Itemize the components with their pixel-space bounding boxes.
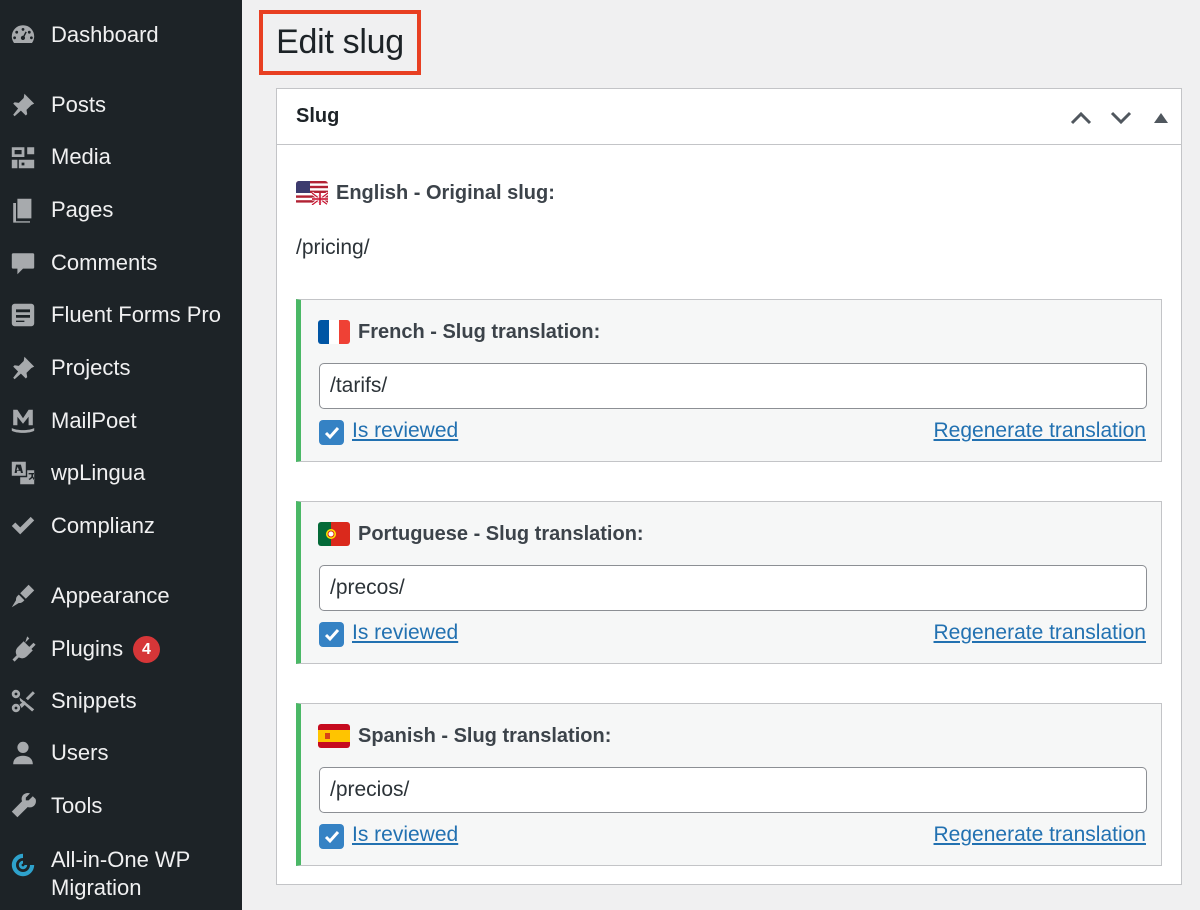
sidebar-item-tools[interactable]: Tools (0, 784, 242, 828)
fr-flag-icon (318, 320, 350, 344)
slug-translation-input[interactable] (319, 767, 1147, 813)
update-count-badge: 4 (133, 636, 160, 663)
sidebar-item-media[interactable]: Media (0, 135, 242, 179)
toggle-panel-button[interactable] (1146, 103, 1176, 133)
sidebar-item-label: Posts (51, 92, 107, 117)
sidebar-item-label: Tools (51, 793, 103, 818)
comment-icon (8, 248, 38, 278)
sidebar-item-label: Users (51, 740, 109, 765)
original-slug-value: /pricing/ (296, 236, 370, 259)
is-reviewed-label[interactable]: Is reviewed (352, 419, 458, 443)
sidebar-item-label: Appearance (51, 583, 170, 608)
move-down-button[interactable] (1106, 103, 1136, 133)
original-language-label: English - Original slug: (336, 181, 555, 204)
sidebar-item-posts[interactable]: Posts (0, 83, 242, 127)
user-icon (8, 738, 38, 768)
chevron-up-icon (1070, 111, 1092, 125)
translation-language-label: Spanish - Slug translation: (358, 724, 612, 747)
checkmark-icon (324, 426, 339, 439)
mailpoet-icon (8, 406, 38, 436)
sidebar-item-label: Comments (51, 250, 158, 275)
triangle-up-icon (1154, 113, 1168, 123)
slug-translation-input[interactable] (319, 565, 1147, 611)
scissors-icon (8, 686, 38, 716)
admin-sidebar: Dashboard Posts Media Pages Comments Flu… (0, 0, 242, 910)
translation-header: Portuguese - Slug translation: (318, 522, 644, 546)
translation-header: French - Slug translation: (318, 320, 600, 344)
page-title: Edit slug (276, 23, 404, 61)
sidebar-item-label: Pages (51, 197, 114, 222)
pin-icon (8, 90, 38, 120)
sidebar-item-label: wpLingua (51, 460, 146, 485)
translation-language-label: French - Slug translation: (358, 320, 601, 343)
check-icon (8, 511, 38, 541)
is-reviewed-checkbox[interactable] (319, 622, 344, 647)
checkmark-icon (324, 830, 339, 843)
sidebar-item-projects[interactable]: Projects (0, 346, 242, 390)
brush-icon (8, 581, 38, 611)
migration-icon (8, 850, 38, 880)
translation-language-label: Portuguese - Slug translation: (358, 522, 644, 545)
translate-icon (8, 458, 38, 488)
page-title-highlight: Edit slug (259, 10, 421, 75)
regenerate-translation-link[interactable]: Regenerate translation (934, 621, 1146, 645)
sidebar-item-snippets[interactable]: Snippets (0, 679, 242, 723)
is-reviewed-checkbox[interactable] (319, 420, 344, 445)
translation-block-french: French - Slug translation: Is reviewed R… (296, 299, 1162, 462)
sidebar-item-fluent-forms[interactable]: Fluent Forms Pro (0, 293, 242, 337)
sidebar-item-label: Complianz (51, 513, 155, 538)
sidebar-item-label: Projects (51, 355, 131, 380)
sidebar-item-mailpoet[interactable]: MailPoet (0, 399, 242, 443)
dashboard-icon (8, 20, 38, 50)
us-uk-flag-icon (296, 181, 328, 205)
sidebar-item-label: Snippets (51, 688, 137, 713)
regenerate-translation-link[interactable]: Regenerate translation (934, 823, 1146, 847)
slug-postbox: Slug English - Original slug: /pricing/ … (276, 88, 1182, 885)
wrench-icon (8, 791, 38, 821)
sidebar-item-label: Media (51, 144, 111, 169)
translation-block-spanish: Spanish - Slug translation: Is reviewed … (296, 703, 1162, 866)
original-slug-header: English - Original slug: (296, 181, 555, 205)
checkmark-icon (324, 628, 339, 641)
sidebar-item-all-in-one-wp-migration[interactable]: All-in-One WP Migration (0, 844, 242, 908)
translation-block-portuguese: Portuguese - Slug translation: Is review… (296, 501, 1162, 664)
sidebar-item-label: Plugins (51, 636, 124, 661)
is-reviewed-label[interactable]: Is reviewed (352, 621, 458, 645)
sidebar-item-label: All-in-One WP Migration (51, 847, 190, 900)
slug-translation-input[interactable] (319, 363, 1147, 409)
forms-icon (8, 300, 38, 330)
postbox-header: Slug (277, 89, 1181, 145)
sidebar-item-plugins[interactable]: Plugins 4 (0, 627, 242, 671)
sidebar-item-wplingua[interactable]: wpLingua (0, 451, 242, 495)
regenerate-translation-link[interactable]: Regenerate translation (934, 419, 1146, 443)
pt-flag-icon (318, 522, 350, 546)
sidebar-item-label: Fluent Forms Pro (51, 302, 221, 327)
move-up-button[interactable] (1066, 103, 1096, 133)
es-flag-icon (318, 724, 350, 748)
sidebar-item-users[interactable]: Users (0, 731, 242, 775)
is-reviewed-label[interactable]: Is reviewed (352, 823, 458, 847)
sidebar-item-label: MailPoet (51, 408, 137, 433)
sidebar-item-comments[interactable]: Comments (0, 241, 242, 285)
sidebar-item-appearance[interactable]: Appearance (0, 574, 242, 618)
chevron-down-icon (1110, 111, 1132, 125)
pin-icon (8, 353, 38, 383)
postbox-title: Slug (296, 105, 340, 127)
sidebar-item-label: Dashboard (51, 22, 159, 47)
translation-header: Spanish - Slug translation: (318, 724, 611, 748)
is-reviewed-checkbox[interactable] (319, 824, 344, 849)
plug-icon (8, 634, 38, 664)
media-icon (8, 142, 38, 172)
pages-icon (8, 195, 38, 225)
sidebar-item-pages[interactable]: Pages (0, 188, 242, 232)
sidebar-item-dashboard[interactable]: Dashboard (0, 13, 242, 57)
sidebar-item-complianz[interactable]: Complianz (0, 504, 242, 548)
